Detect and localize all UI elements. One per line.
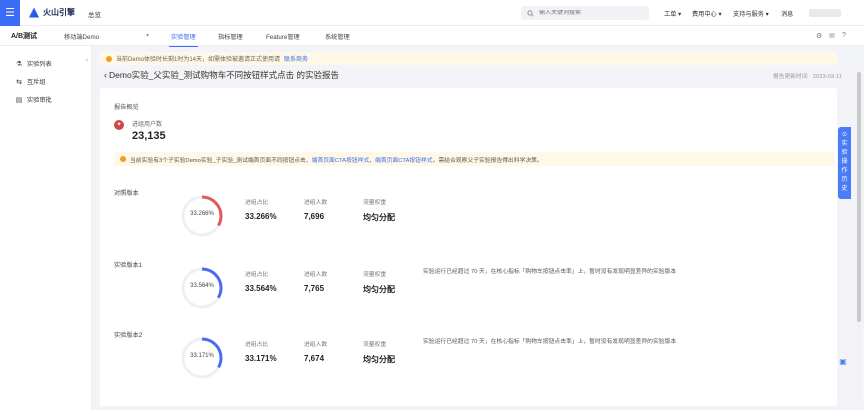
- chevron-down-icon: ▾: [146, 33, 150, 39]
- variant-note: 实验运行已经超过 70 天，在核心指标「购物车按钮点击率」上，暂时没有发现明显差…: [423, 269, 677, 275]
- sub-experiment-notice: 当前实验有3个子实验Demo实验_子实验_测试端首页面不同按钮点击、端首页面CT…: [114, 152, 834, 166]
- variant-note: 实验运行已经超过 70 天，在核心指标「购物车按钮点击率」上，暂时没有发现明显差…: [423, 339, 677, 345]
- donut-label: 33.266%: [190, 211, 214, 217]
- logo-mark-icon: [29, 7, 39, 18]
- logo[interactable]: 火山引擎: [29, 7, 75, 18]
- flask-icon: ⚗: [15, 60, 23, 68]
- section-title: 报告概览: [114, 104, 139, 111]
- menu-icon[interactable]: ☰: [0, 0, 20, 26]
- notice-link-2[interactable]: 端首页面CTA按钮样式: [375, 158, 433, 164]
- metric-value: 23,135: [132, 130, 166, 142]
- variant-row-2: 实验版本2 33.171% 进组占比 33.171% 进组人数 7,674 流量…: [100, 330, 837, 404]
- nav-messages[interactable]: 消息: [781, 9, 793, 18]
- ratio-label: 进组占比: [245, 342, 269, 348]
- product-title: A/B测试: [11, 33, 38, 40]
- sidebar-item-mutex-group[interactable]: ⇆ 互斥组: [15, 77, 46, 87]
- logo-text: 火山引擎: [43, 8, 75, 17]
- ratio-label: 进组占比: [245, 272, 269, 278]
- ratio-value: 33.266%: [245, 212, 277, 221]
- gear-icon[interactable]: ⚙: [816, 32, 822, 40]
- users-value: 7,674: [304, 354, 325, 363]
- history-icon: ⊙: [841, 132, 848, 138]
- float-panel-label: 实验操作历史: [841, 141, 848, 192]
- home-link[interactable]: 总览: [88, 9, 101, 19]
- sidebar-item-experiment-list[interactable]: ⚗ 实验列表: [15, 59, 52, 69]
- search-input[interactable]: [539, 10, 639, 16]
- trial-banner: 当前Demo体验时长剩1时为14天，如需体验被邀请正式使用请 联系商务: [100, 52, 837, 65]
- warning-icon: [120, 156, 126, 162]
- ratio-value: 33.171%: [245, 354, 277, 363]
- weight-label: 流量权重: [363, 342, 387, 348]
- nav-tickets[interactable]: 工单 ▾: [664, 9, 681, 18]
- report-card: 报告概览 ✦ 进组用户数 23,135 当前实验有3个子实验Demo实验_子实验…: [100, 88, 837, 406]
- warning-icon: [106, 55, 112, 62]
- sidebar-item-approval[interactable]: ▤ 实验审批: [15, 95, 52, 105]
- tab-experiment-management[interactable]: 实验管理: [169, 32, 198, 47]
- nav-support[interactable]: 支持与服务 ▾: [733, 9, 769, 18]
- product-bar: A/B测试 移动端Demo ▾ 实验管理 指标管理 Feature管理 系统管理…: [0, 26, 864, 47]
- variant-name: 实验版本2: [114, 332, 143, 339]
- mail-icon[interactable]: ✉: [829, 32, 835, 40]
- back-icon[interactable]: ‹: [104, 70, 107, 80]
- contact-sales-link[interactable]: 联系商务: [284, 54, 308, 63]
- scrollbar-thumb[interactable]: [857, 72, 861, 322]
- avatar[interactable]: [809, 9, 841, 17]
- donut-label: 33.564%: [190, 283, 214, 289]
- notice-link-1[interactable]: 端首页面CTA按钮样式: [312, 158, 370, 164]
- search-box[interactable]: [521, 6, 649, 20]
- tab-system-management[interactable]: 系统管理: [325, 32, 350, 41]
- metric-label: 进组用户数: [132, 122, 163, 128]
- users-label: 进组人数: [304, 272, 328, 278]
- report-time: 报告更新时间 · 2023-03-11: [772, 74, 842, 80]
- weight-value: 均匀分配: [363, 285, 395, 294]
- variant-name: 实验版本1: [114, 262, 143, 269]
- weight-label: 流量权重: [363, 272, 387, 278]
- variant-row-1: 实验版本1 33.564% 进组占比 33.564% 进组人数 7,765 流量…: [100, 260, 837, 334]
- operation-history-button[interactable]: ⊙ 实验操作历史: [838, 127, 851, 199]
- ratio-label: 进组占比: [245, 200, 269, 206]
- weight-value: 均匀分配: [363, 213, 395, 222]
- page-title: ‹ Demo实验_父实验_测试购物车不同按钮样式点击 的实验报告: [104, 70, 339, 80]
- search-icon: [527, 9, 534, 17]
- sidebar: ‹ ⚗ 实验列表 ⇆ 互斥组 ▤ 实验审批: [0, 46, 92, 410]
- weight-label: 流量权重: [363, 200, 387, 206]
- variant-row-control: 对照版本 33.266% 进组占比 33.266% 进组人数 7,696 流量权…: [100, 188, 837, 262]
- users-icon: ✦: [114, 120, 124, 130]
- users-value: 7,696: [304, 212, 325, 221]
- collapse-icon[interactable]: ‹: [86, 58, 88, 64]
- chat-icon[interactable]: ▣: [838, 357, 848, 367]
- weight-value: 均匀分配: [363, 355, 395, 364]
- donut-label: 33.171%: [190, 353, 214, 359]
- review-icon: ▤: [15, 96, 23, 104]
- top-bar: ☰ 火山引擎 总览 工单 ▾ 费用中心 ▾ 支持与服务 ▾ 消息: [0, 0, 864, 26]
- users-value: 7,765: [304, 284, 325, 293]
- swap-icon: ⇆: [16, 78, 22, 86]
- help-icon[interactable]: ?: [842, 32, 846, 39]
- ratio-value: 33.564%: [245, 284, 277, 293]
- app-select[interactable]: 移动端Demo ▾: [64, 32, 150, 41]
- variant-name: 对照版本: [114, 190, 139, 197]
- users-label: 进组人数: [304, 342, 328, 348]
- tab-feature-management[interactable]: Feature管理: [266, 32, 300, 41]
- nav-billing[interactable]: 费用中心 ▾: [692, 9, 722, 18]
- users-label: 进组人数: [304, 200, 328, 206]
- tab-metric-management[interactable]: 指标管理: [218, 32, 243, 41]
